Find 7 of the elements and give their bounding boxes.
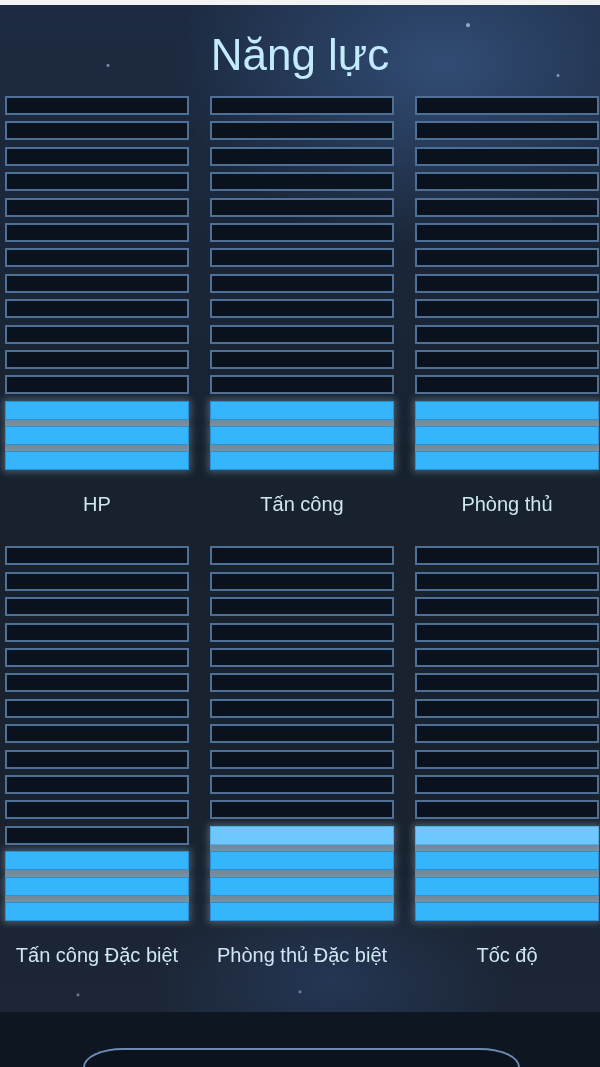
stat-label: Tấn công bbox=[260, 492, 344, 518]
stat-label: Tốc độ bbox=[476, 942, 538, 968]
stat-label: Phòng thủ Đặc biệt bbox=[216, 942, 388, 968]
stat-label: Tấn công Đặc biệt bbox=[15, 942, 179, 968]
stat-label: HP bbox=[83, 492, 111, 518]
stat-label: Phòng thủ bbox=[461, 492, 553, 518]
screen-title: Năng lực bbox=[210, 29, 390, 81]
